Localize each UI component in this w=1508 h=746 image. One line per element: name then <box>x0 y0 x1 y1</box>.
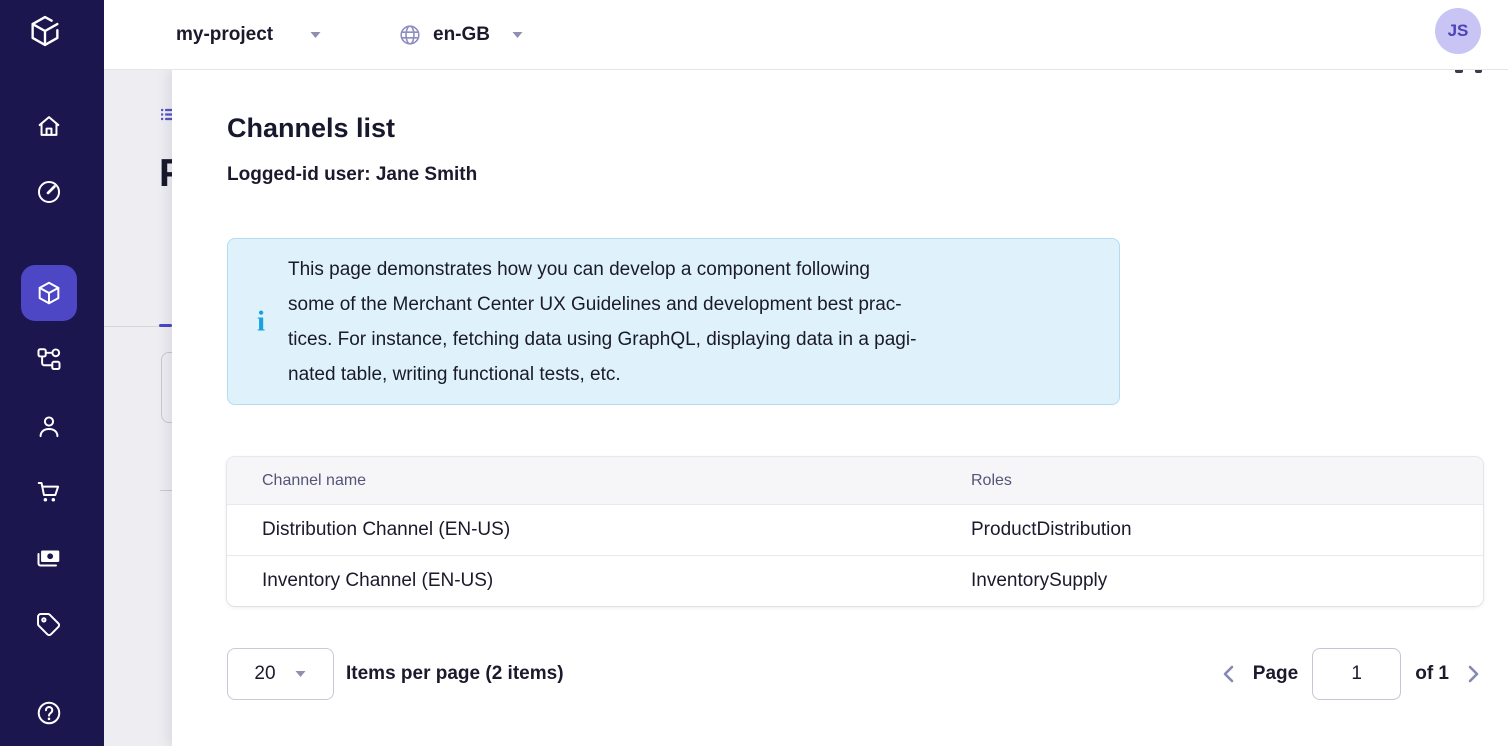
info-notification: i This page demonstrates how you can dev… <box>227 238 1120 405</box>
table-row[interactable]: Distribution Channel (EN-US) ProductDist… <box>227 504 1483 555</box>
avatar-initials: JS <box>1448 21 1469 41</box>
globe-icon <box>398 23 422 47</box>
info-text-line: nated table, writing functional tests, e… <box>288 357 1099 392</box>
locale-name: en-GB <box>433 24 490 46</box>
chevron-left-icon[interactable] <box>1219 663 1239 685</box>
background-row-divider <box>160 490 172 491</box>
chevron-down-icon <box>511 31 524 39</box>
sidebar-item-help[interactable] <box>21 685 77 741</box>
column-header-roles: Roles <box>936 472 1483 490</box>
page-label: Page <box>1253 663 1298 685</box>
person-icon <box>35 413 63 441</box>
project-switcher[interactable]: my-project <box>176 0 322 70</box>
background-page-title: P <box>159 152 172 196</box>
logged-in-user-text: Logged-id user: Jane Smith <box>227 162 477 188</box>
sidebar-item-discounts[interactable] <box>21 597 77 653</box>
channels-table: Channel name Roles Distribution Channel … <box>227 457 1483 606</box>
topbar: my-project en-GB JS <box>104 0 1508 70</box>
sidebar-item-customers[interactable] <box>21 399 77 455</box>
chevron-down-icon <box>309 31 322 39</box>
sidebar-item-home[interactable] <box>21 98 77 154</box>
home-icon <box>35 112 63 140</box>
cart-icon <box>35 478 63 506</box>
info-text-line: This page demonstrates how you can devel… <box>288 252 1099 287</box>
sidebar-item-orders[interactable] <box>21 464 77 520</box>
gauge-icon <box>35 178 63 206</box>
page-title: Channels list <box>227 112 395 144</box>
info-icon: i <box>257 307 265 336</box>
info-text-line: some of the Merchant Center UX Guideline… <box>288 287 1099 322</box>
background-page-strip: P <box>104 70 172 746</box>
items-per-page-label: Items per page (2 items) <box>346 663 564 685</box>
items-per-page-group: 20 Items per page (2 items) <box>227 648 564 700</box>
clipped-ui-fragment <box>1475 70 1482 73</box>
tag-icon <box>35 611 63 639</box>
app-logo[interactable] <box>26 11 64 51</box>
pagination-bar: 20 Items per page (2 items) Page of 1 <box>227 648 1483 700</box>
chevron-right-icon[interactable] <box>1463 663 1483 685</box>
items-per-page-value: 20 <box>254 663 275 685</box>
table-row[interactable]: Inventory Channel (EN-US) InventorySuppl… <box>227 555 1483 606</box>
question-icon <box>35 699 63 727</box>
sidebar-item-payments[interactable] <box>21 530 77 586</box>
hierarchy-icon <box>35 345 63 373</box>
items-per-page-select[interactable]: 20 <box>227 648 334 700</box>
locale-switcher[interactable]: en-GB <box>398 0 524 70</box>
channels-panel: Channels list Logged-id user: Jane Smith… <box>172 70 1508 746</box>
column-header-channel-name: Channel name <box>227 472 936 490</box>
chevron-down-icon <box>294 670 307 678</box>
page-of-label: of 1 <box>1415 663 1449 685</box>
list-icon <box>161 108 172 121</box>
info-text-line: tices. For instance, fetching data using… <box>288 322 1099 357</box>
logo-cube-icon <box>26 11 64 51</box>
cell-channel-name: Inventory Channel (EN-US) <box>227 570 936 592</box>
sidebar-item-categories[interactable] <box>21 331 77 387</box>
cube-icon <box>35 279 63 307</box>
page-number-input[interactable] <box>1312 648 1401 700</box>
app-screen: my-project en-GB JS <box>0 0 1508 746</box>
sidebar <box>0 0 104 746</box>
background-search-field-fragment <box>161 352 172 423</box>
cell-channel-name: Distribution Channel (EN-US) <box>227 519 936 541</box>
banknote-icon <box>35 544 63 572</box>
table-header-row: Channel name Roles <box>227 457 1483 504</box>
cell-roles: ProductDistribution <box>936 519 1483 541</box>
background-active-tab-underline <box>159 324 172 327</box>
project-name: my-project <box>176 24 273 46</box>
page-navigation-group: Page of 1 <box>1219 648 1483 700</box>
clipped-ui-fragment <box>1455 70 1463 73</box>
user-avatar[interactable]: JS <box>1435 8 1481 54</box>
sidebar-item-dashboard[interactable] <box>21 164 77 220</box>
cell-roles: InventorySupply <box>936 570 1483 592</box>
sidebar-item-products-active[interactable] <box>21 265 77 321</box>
